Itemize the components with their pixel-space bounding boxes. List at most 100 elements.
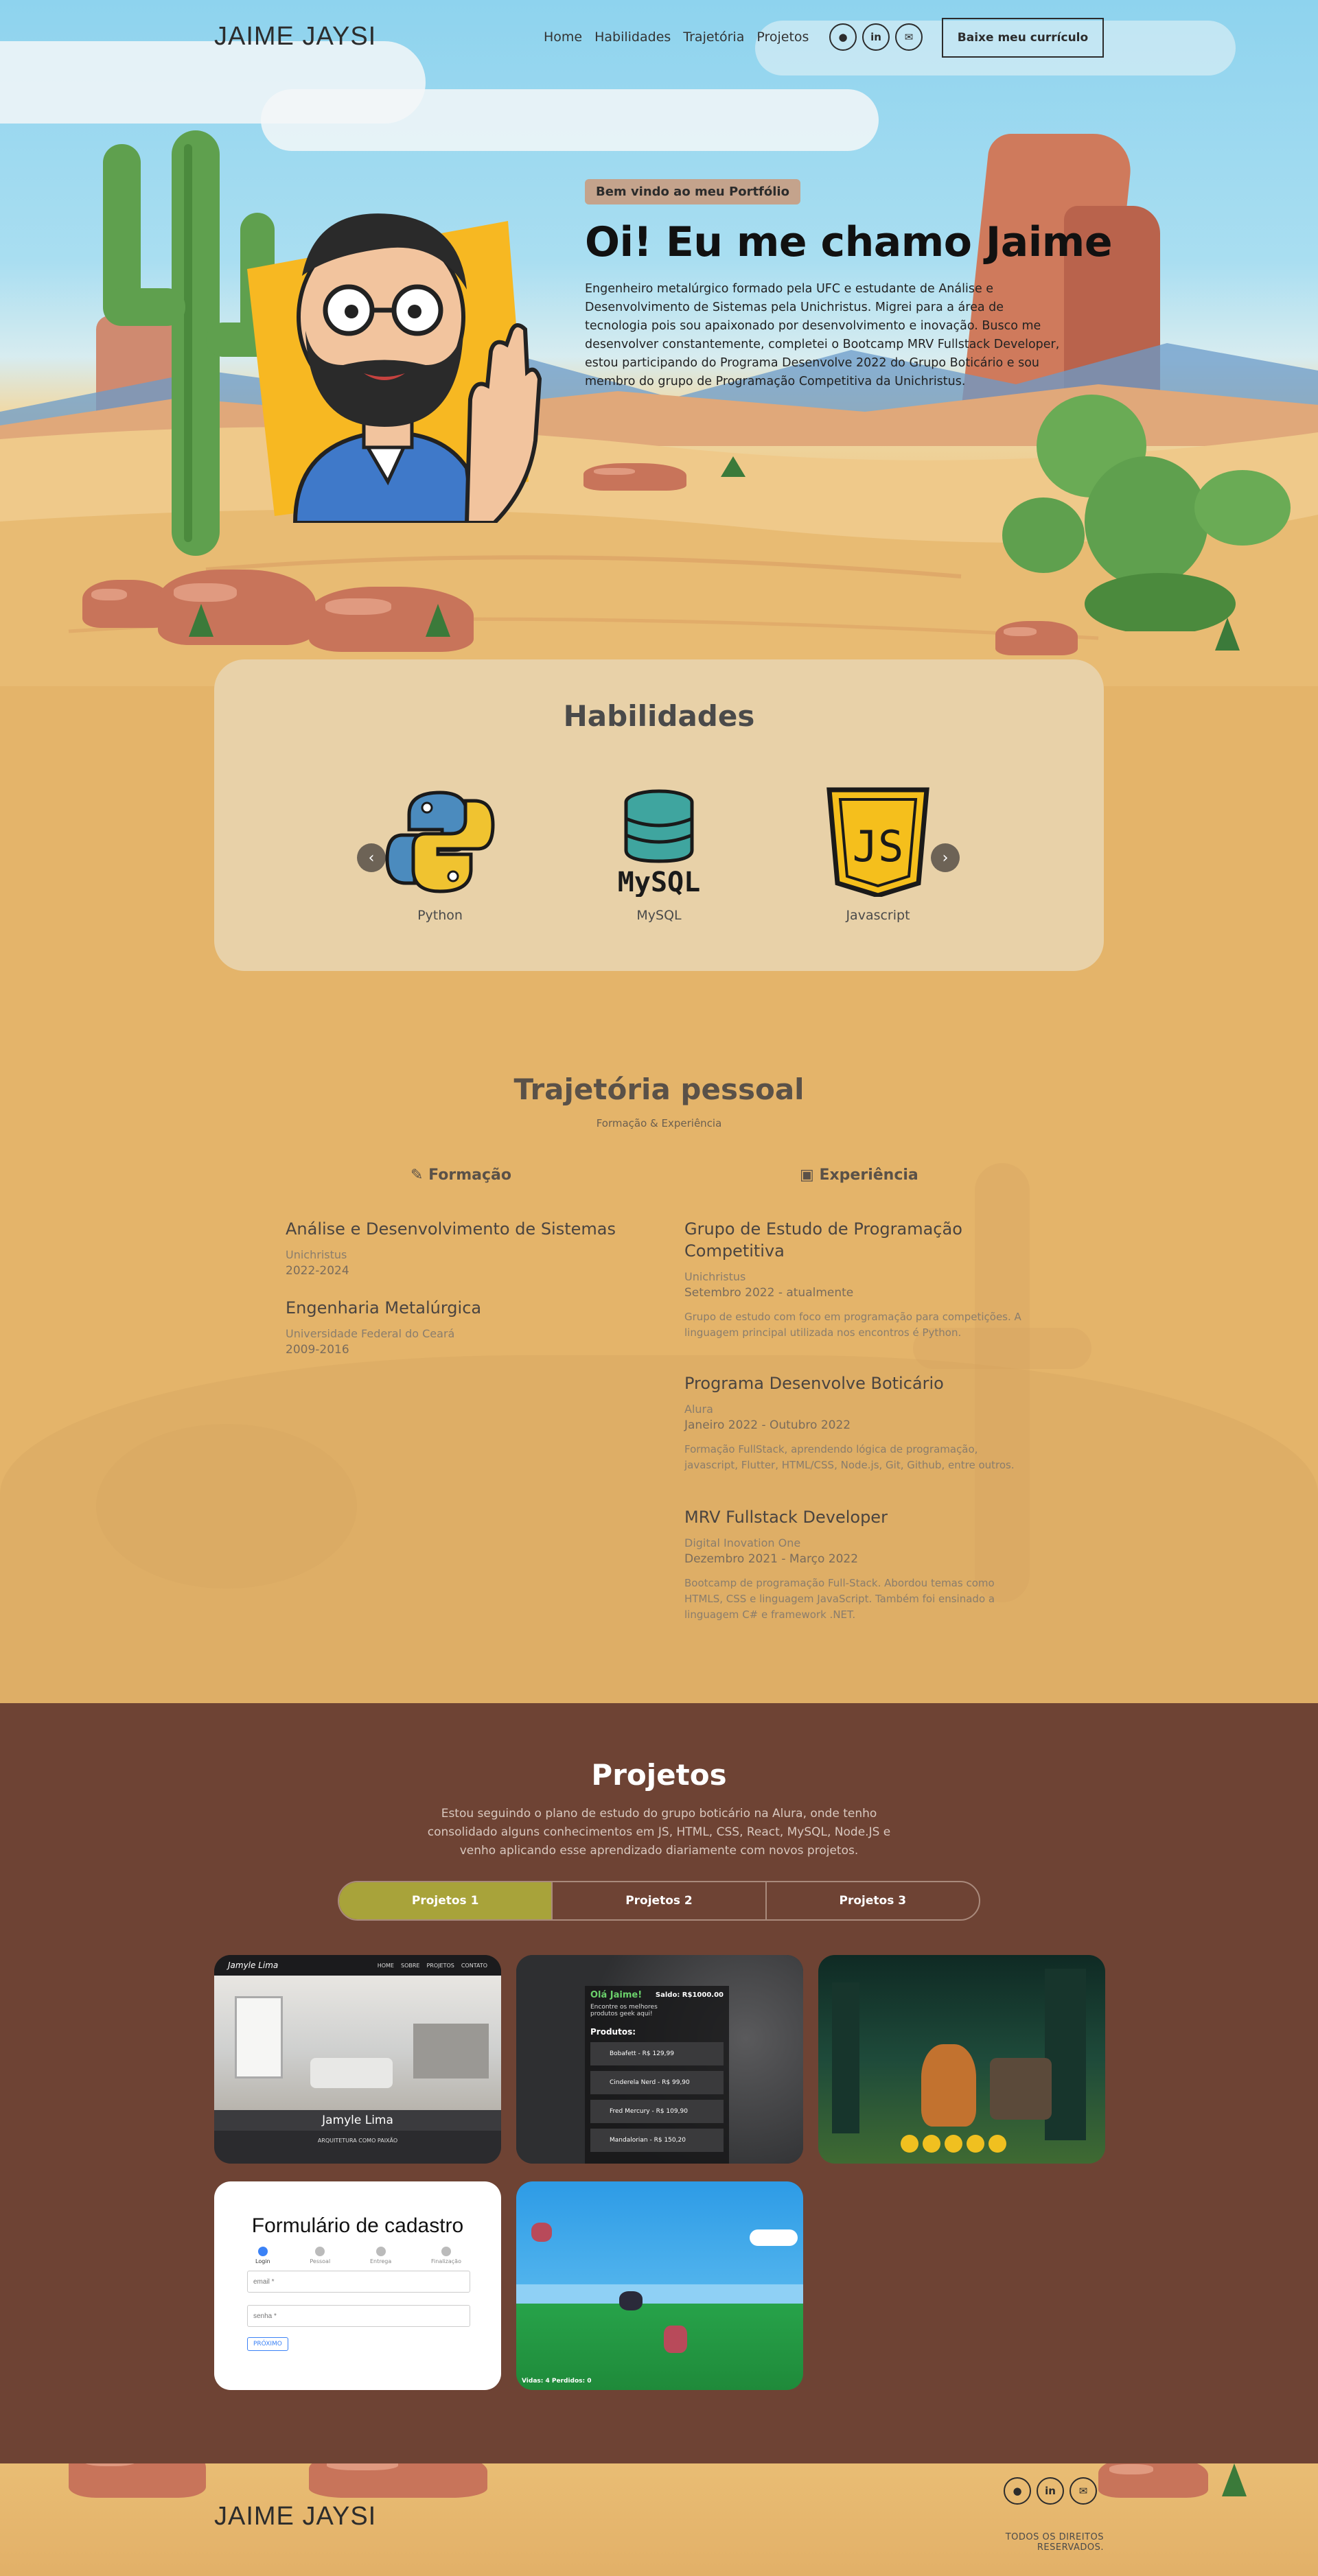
linkedin-icon[interactable]: in bbox=[862, 23, 890, 51]
mini-menu-item: SOBRE bbox=[400, 1962, 420, 1969]
tab-projects-2[interactable]: Projetos 2 bbox=[553, 1882, 767, 1919]
javascript-icon: JS bbox=[826, 787, 929, 898]
step-label: Entrega bbox=[369, 2258, 392, 2264]
github-icon[interactable]: ● bbox=[829, 23, 857, 51]
next-button[interactable]: PRÓXIMO bbox=[247, 2337, 288, 2351]
nav-link-projects[interactable]: Projetos bbox=[756, 30, 809, 45]
password-field[interactable] bbox=[247, 2305, 470, 2327]
experience-title: Grupo de Estudo de Programação Competiti… bbox=[684, 1219, 962, 1261]
grass bbox=[426, 604, 450, 637]
download-cv-button[interactable]: Baixe meu currículo bbox=[942, 18, 1104, 58]
project-card-geek-store[interactable]: Olá Jaime! Saldo: R$1000.00 Encontre os … bbox=[516, 1955, 803, 2164]
trajectory-title: Trajetória pessoal bbox=[513, 1073, 805, 1106]
mini-name: Jamyle Lima bbox=[214, 2110, 501, 2131]
carousel-next-button[interactable]: › bbox=[931, 843, 960, 872]
store-product-row[interactable]: Bobafett - R$ 129,99 bbox=[590, 2042, 724, 2065]
tab-projects-3[interactable]: Projetos 3 bbox=[767, 1882, 979, 1919]
hotbar-slot bbox=[945, 2135, 962, 2153]
project-card-signup-form[interactable]: Formulário de cadastro Login Pessoal Ent… bbox=[214, 2181, 501, 2390]
project-card-game[interactable] bbox=[818, 1955, 1105, 2164]
store-products-label: Produtos: bbox=[590, 2027, 636, 2037]
hero-section: JAIME JAYSI Home Habilidades Trajetória … bbox=[0, 0, 1318, 686]
copyright-text: TODOS OS DIREITOS RESERVADOS. bbox=[1005, 2532, 1104, 2553]
project-card-platform-game[interactable]: Vidas: 4 Perdidos: 0 bbox=[516, 2181, 803, 2390]
mail-icon[interactable]: ✉ bbox=[895, 23, 923, 51]
store-balance: Saldo: R$1000.00 bbox=[655, 1991, 724, 1999]
graduation-icon: ✎ bbox=[411, 1167, 429, 1184]
trajectory-subtitle: Formação & Experiência bbox=[596, 1117, 722, 1129]
mini-menu: HOME SOBRE PROJETOS CONTATO bbox=[378, 1963, 487, 1969]
experience-period: Setembro 2022 - atualmente bbox=[684, 1286, 854, 1300]
store-product-row[interactable]: Mandalorian - R$ 150,20 bbox=[590, 2129, 724, 2152]
player-character bbox=[664, 2326, 687, 2353]
nav-link-skills[interactable]: Habilidades bbox=[594, 30, 671, 45]
welcome-badge: Bem vindo ao meu Portfólio bbox=[585, 179, 800, 204]
store-product-row[interactable]: Cinderela Nerd - R$ 99,90 bbox=[590, 2071, 724, 2094]
experience-item: MRV Fullstack Developer Digital Inovatio… bbox=[684, 1506, 1028, 1623]
trajectory-section: Trajetória pessoal Formação & Experiênci… bbox=[0, 971, 1318, 1703]
experience-period: Janeiro 2022 - Outubro 2022 bbox=[684, 1418, 851, 1432]
experience-org: Digital Inovation One bbox=[684, 1536, 801, 1549]
step-label: Finalização bbox=[431, 2258, 461, 2264]
linkedin-icon[interactable]: in bbox=[1037, 2477, 1064, 2505]
mini-caption: ARQUITETURA COMO PAIXÃO bbox=[317, 2138, 398, 2144]
education-period: 2022-2024 bbox=[286, 1264, 349, 1278]
tab-projects-1[interactable]: Projetos 1 bbox=[339, 1882, 553, 1919]
experience-org: Alura bbox=[684, 1403, 713, 1416]
projects-intro: Estou seguindo o plano de estudo do grup… bbox=[427, 1807, 891, 1858]
sofa-shape bbox=[310, 2058, 393, 2088]
experience-description: Formação FullStack, aprendendo lógica de… bbox=[684, 1443, 1015, 1471]
rock bbox=[583, 463, 686, 491]
mini-brand: Jamyle Lima bbox=[228, 1960, 279, 1970]
store-subtitle: Encontre os melhores produtos geek aqui! bbox=[590, 2004, 658, 2017]
mini-navbar: Jamyle Lima HOME SOBRE PROJETOS CONTATO bbox=[214, 1955, 501, 1976]
education-title: Análise e Desenvolvimento de Sistemas bbox=[286, 1219, 616, 1239]
footer-logo[interactable]: JAIME JAYSI bbox=[214, 2502, 376, 2531]
python-icon bbox=[385, 791, 495, 893]
email-field[interactable] bbox=[247, 2271, 470, 2293]
footer-social-links: ● in ✉ bbox=[1004, 2477, 1097, 2505]
step-dot bbox=[375, 2247, 386, 2256]
mail-icon[interactable]: ✉ bbox=[1070, 2477, 1097, 2505]
experience-org: Unichristus bbox=[684, 1270, 746, 1283]
nav-link-home[interactable]: Home bbox=[544, 30, 582, 45]
mysql-icon: MySQL bbox=[618, 789, 700, 898]
hotbar-slot bbox=[901, 2135, 918, 2153]
svg-text:JS: JS bbox=[853, 821, 904, 871]
bird-enemy bbox=[531, 2223, 552, 2242]
interior-photo bbox=[214, 1976, 501, 2110]
store-product-row[interactable]: Fred Mercury - R$ 109,90 bbox=[590, 2100, 724, 2123]
window-shape bbox=[235, 1996, 283, 2079]
skill-item-javascript: JS Javascript bbox=[809, 787, 947, 923]
mini-menu-item: HOME bbox=[377, 1962, 394, 1969]
step-dot bbox=[441, 2247, 451, 2256]
hotbar-slot bbox=[967, 2135, 984, 2153]
experience-period: Dezembro 2021 - Março 2022 bbox=[684, 1552, 859, 1566]
stairs-shape bbox=[413, 2024, 489, 2079]
skill-item-python: Python bbox=[371, 787, 509, 923]
mini-menu-item: PROJETOS bbox=[426, 1962, 454, 1969]
project-card-architecture[interactable]: Jamyle Lima HOME SOBRE PROJETOS CONTATO … bbox=[214, 1955, 501, 2164]
rock bbox=[995, 621, 1078, 655]
hero-description: Engenheiro metalúrgico formado pela UFC … bbox=[585, 282, 1060, 388]
skills-section: Habilidades ‹ Python MySQL MySQL JS Java… bbox=[214, 659, 1104, 971]
education-heading-label: Formação bbox=[428, 1167, 511, 1184]
store-product-list: Bobafett - R$ 129,99 Cinderela Nerd - R$… bbox=[590, 2042, 724, 2152]
top-navbar: JAIME JAYSI Home Habilidades Trajetória … bbox=[0, 0, 1318, 75]
site-logo[interactable]: JAIME JAYSI bbox=[214, 22, 376, 51]
step-dot bbox=[315, 2247, 325, 2256]
cactus-right bbox=[1002, 395, 1291, 631]
experience-item: Programa Desenvolve Boticário Alura Jane… bbox=[684, 1372, 1028, 1473]
step-label: Login bbox=[255, 2258, 270, 2264]
experience-heading: ▣ Experiência bbox=[800, 1167, 918, 1184]
github-icon[interactable]: ● bbox=[1004, 2477, 1031, 2505]
rock bbox=[158, 570, 316, 645]
game-hud: Vidas: 4 Perdidos: 0 bbox=[522, 2378, 592, 2385]
mini-menu-item: CONTATO bbox=[461, 1962, 487, 1969]
character-shape bbox=[921, 2044, 976, 2127]
store-panel: Olá Jaime! Saldo: R$1000.00 Encontre os … bbox=[585, 1986, 729, 2164]
form-title: Formulário de cadastro bbox=[251, 2214, 464, 2237]
nav-link-trajectory[interactable]: Trajetória bbox=[683, 30, 744, 45]
projects-tabs: Projetos 1 Projetos 2 Projetos 3 bbox=[338, 1881, 980, 1921]
projects-section: Projetos Estou seguindo o plano de estud… bbox=[0, 1703, 1318, 2463]
